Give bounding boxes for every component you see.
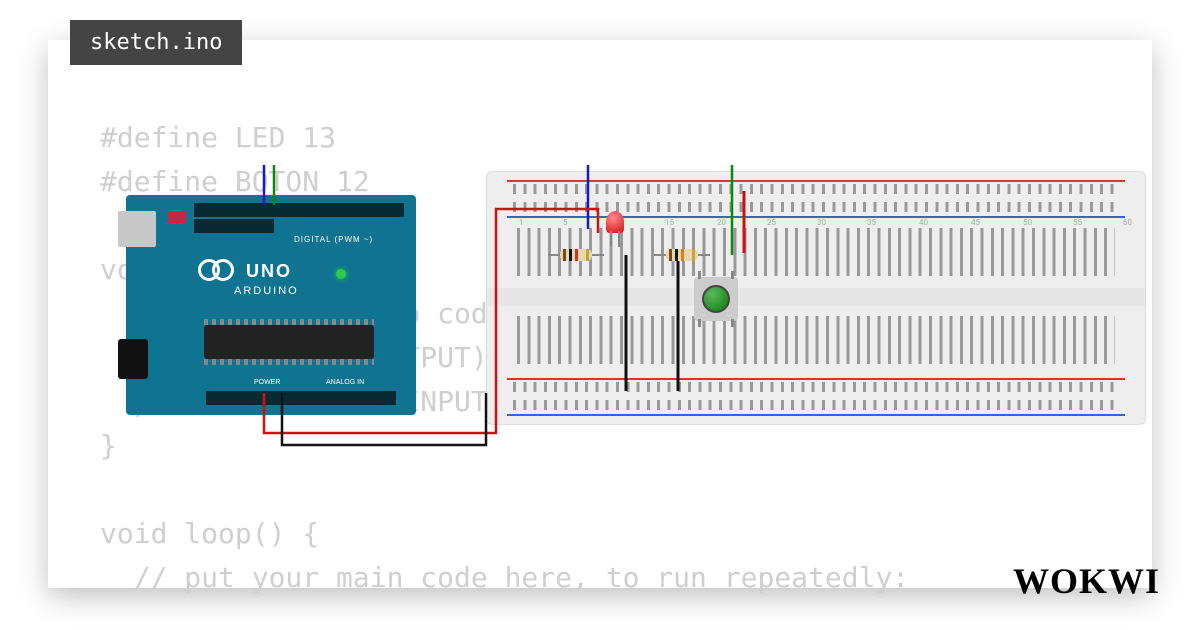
wokwi-logo: WOKWI: [1013, 560, 1160, 602]
wire-overlay: [126, 165, 1146, 465]
resistor-1[interactable]: [550, 249, 602, 261]
button-base-icon: [694, 277, 738, 321]
led-anode: [618, 231, 620, 247]
resistor-2[interactable]: [656, 249, 708, 261]
circuit-diagram[interactable]: UNO ARDUINO DIGITAL (PWM ~) ANALOG IN PO…: [126, 195, 1146, 475]
wire-d13-led[interactable]: [264, 165, 588, 229]
led-cathode: [610, 231, 612, 247]
wire-gnd[interactable]: [282, 393, 486, 445]
wire-5v[interactable]: [264, 209, 598, 433]
resistor-body-icon: [560, 249, 592, 261]
pushbutton-green[interactable]: [694, 277, 738, 321]
led-bulb-icon: [606, 211, 624, 233]
button-cap-icon: [702, 285, 730, 313]
preview-card: #define LED 13 #define BOTON 12 void set…: [48, 40, 1152, 588]
filename-tab[interactable]: sketch.ino: [70, 20, 242, 65]
filename-label: sketch.ino: [90, 30, 222, 55]
resistor-body-icon: [666, 249, 698, 261]
led-red[interactable]: [606, 211, 624, 233]
